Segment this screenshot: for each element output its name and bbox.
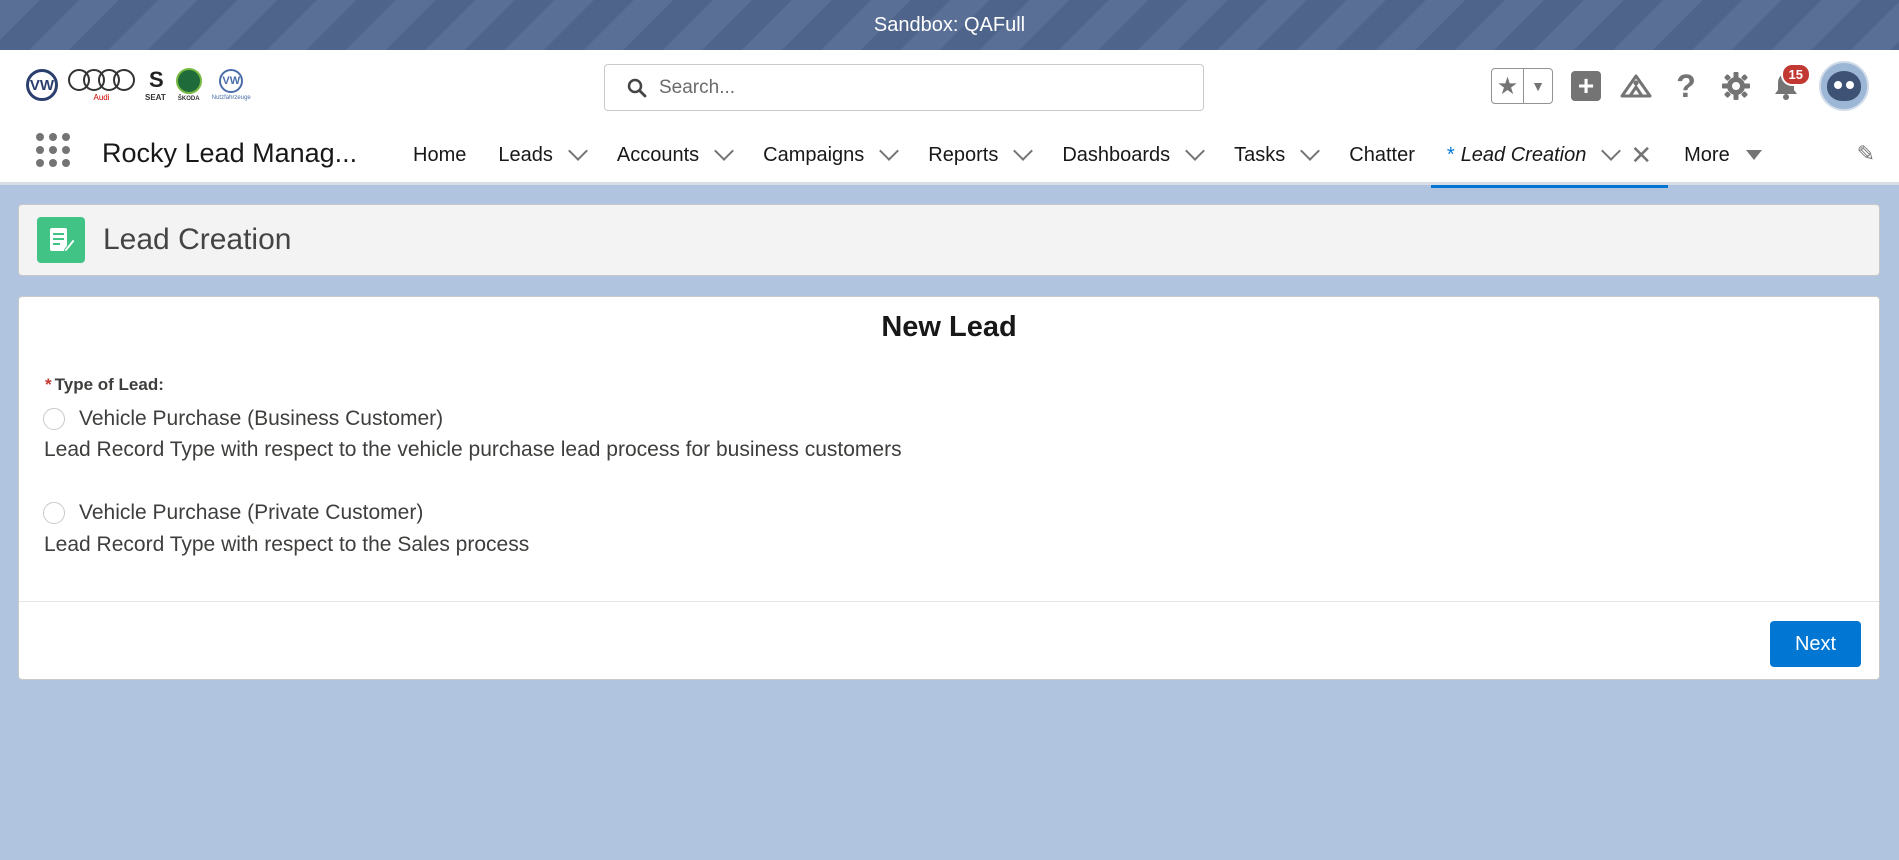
plus-icon: + — [1571, 71, 1601, 101]
skoda-logo: ŠKODA — [175, 68, 202, 102]
chevron-down-icon[interactable] — [1013, 141, 1034, 161]
nav-item-label: Tasks — [1234, 143, 1286, 166]
nav-item-leads[interactable]: Leads — [482, 125, 601, 185]
pencil-icon[interactable]: ✎ — [1857, 141, 1875, 167]
option-business-customer[interactable]: Vehicle Purchase (Business Customer) — [43, 407, 443, 431]
trailhead-icon — [1620, 74, 1652, 98]
radio-business-customer[interactable] — [43, 408, 65, 430]
audi-logo: Audi — [68, 68, 135, 102]
option-description: Lead Record Type with respect to the Sal… — [44, 533, 530, 556]
form-title: New Lead — [881, 311, 1017, 343]
search-input[interactable] — [659, 76, 1179, 99]
nav-item-label: Lead Creation — [1460, 143, 1587, 166]
favorites-star-icon[interactable]: ★ — [1492, 69, 1524, 103]
option-label: Vehicle Purchase (Business Customer) — [79, 407, 444, 430]
caret-down-icon — [1745, 150, 1762, 160]
vw-commercial-caption: Nutzfahrzeuge — [211, 95, 251, 101]
brand-logos: VW Audi S SEAT ŠKODA VW Nutzfahrzeuge — [26, 68, 251, 102]
avatar-face-icon — [1827, 71, 1861, 101]
page-title: Lead Creation — [103, 223, 292, 256]
nav-item-label: Accounts — [616, 143, 700, 166]
help-button[interactable]: ? — [1669, 67, 1703, 104]
nav-item-home[interactable]: Home — [397, 125, 482, 185]
nav-item-label: Leads — [498, 143, 553, 166]
chevron-down-icon[interactable] — [567, 141, 588, 161]
chevron-down-icon[interactable] — [1300, 141, 1321, 161]
favorites-dropdown-icon[interactable]: ▼ — [1524, 69, 1552, 103]
seat-logo-mark: S — [149, 66, 164, 92]
chevron-down-icon[interactable] — [879, 141, 900, 161]
nav-item-label: Campaigns — [763, 143, 865, 166]
nav-item-reports[interactable]: Reports — [912, 125, 1046, 185]
nav-item-lead-creation[interactable]: * Lead Creation ✕ — [1430, 125, 1669, 188]
option-label: Vehicle Purchase (Private Customer) — [79, 501, 424, 524]
skoda-logo-mark — [175, 68, 202, 94]
app-name: Rocky Lead Manag... — [102, 138, 358, 168]
nav-item-label: Reports — [928, 143, 999, 166]
nav-item-chatter[interactable]: Chatter — [1333, 125, 1431, 185]
nav-items: Home Leads Accounts Campaigns Reports Da… — [397, 125, 1778, 188]
favorites-group: ★ ▼ — [1491, 68, 1553, 104]
nav-item-label: Home — [413, 143, 467, 166]
close-icon[interactable]: ✕ — [1630, 140, 1652, 171]
search-icon — [627, 78, 647, 97]
vw-commercial-logo: VW Nutzfahrzeuge — [212, 69, 251, 101]
option-private-customer[interactable]: Vehicle Purchase (Private Customer) — [43, 501, 423, 525]
seat-logo: S SEAT — [145, 66, 166, 102]
user-avatar[interactable] — [1819, 61, 1869, 111]
required-marker: * — [45, 375, 52, 394]
page-header: Lead Creation — [18, 204, 1880, 276]
nav-item-label: Dashboards — [1062, 143, 1171, 166]
record-form-icon — [37, 217, 85, 263]
nav-item-accounts[interactable]: Accounts — [601, 125, 747, 185]
nav-item-label: More — [1684, 143, 1730, 166]
global-actions-button[interactable]: + — [1569, 69, 1603, 103]
seat-caption: SEAT — [145, 92, 166, 102]
header-actions: ★ ▼ + ? 15 — [1491, 60, 1869, 112]
option-description: Lead Record Type with respect to the veh… — [44, 438, 902, 461]
footer-divider — [19, 601, 1879, 602]
unsaved-marker: * — [1446, 143, 1455, 166]
audi-rings — [68, 68, 135, 91]
global-header: VW Audi S SEAT ŠKODA VW Nutzfahrzeuge ★ … — [0, 50, 1899, 125]
chevron-down-icon[interactable] — [1185, 141, 1206, 161]
radio-private-customer[interactable] — [43, 502, 65, 524]
chevron-down-icon[interactable] — [1601, 141, 1622, 161]
vw-logo-mark: VW — [26, 69, 58, 101]
sandbox-banner: Sandbox: QAFull — [0, 0, 1899, 50]
notification-count-badge: 15 — [1780, 63, 1811, 86]
vw-logo: VW — [26, 69, 58, 101]
setup-button[interactable] — [1719, 69, 1753, 103]
notifications-button[interactable]: 15 — [1769, 63, 1811, 103]
trailhead-button[interactable] — [1619, 69, 1653, 103]
global-search[interactable] — [604, 64, 1204, 111]
nav-item-tasks[interactable]: Tasks — [1218, 125, 1333, 185]
vw-commercial-logo-mark: VW — [219, 69, 244, 93]
gear-icon — [1722, 72, 1750, 100]
nav-item-label: Chatter — [1349, 143, 1415, 166]
nav-item-more[interactable]: More — [1668, 125, 1778, 185]
nav-item-campaigns[interactable]: Campaigns — [747, 125, 912, 185]
nav-item-dashboards[interactable]: Dashboards — [1046, 125, 1218, 185]
type-of-lead-label: * Type of Lead: — [45, 375, 164, 395]
field-label-text: Type of Lead: — [54, 375, 164, 394]
skoda-caption: ŠKODA — [177, 96, 200, 102]
sandbox-label: Sandbox: QAFull — [873, 13, 1026, 36]
app-navigation-bar: Rocky Lead Manag... Home Leads Accounts … — [0, 125, 1899, 188]
next-button[interactable]: Next — [1770, 621, 1861, 667]
audi-caption: Audi — [93, 92, 110, 102]
chevron-down-icon[interactable] — [714, 141, 735, 161]
new-lead-card: New Lead * Type of Lead: Vehicle Purchase… — [18, 296, 1880, 680]
help-icon: ? — [1676, 67, 1696, 104]
app-launcher-icon[interactable] — [36, 133, 70, 167]
